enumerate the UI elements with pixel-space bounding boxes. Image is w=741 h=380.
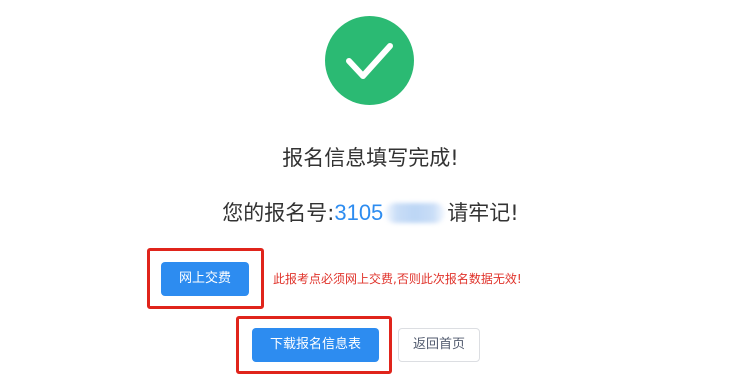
online-payment-button[interactable]: 网上交费 — [161, 262, 249, 296]
registration-line: 您的报名号:3105 请牢记! — [0, 196, 741, 230]
back-home-button[interactable]: 返回首页 — [398, 328, 480, 362]
success-icon — [325, 16, 414, 105]
registration-number: 3105 — [334, 200, 384, 225]
redacted-blur — [385, 203, 446, 223]
registration-prefix: 您的报名号: — [222, 201, 335, 225]
payment-warning: 此报考点必须网上交费,否则此次报名数据无效! — [273, 272, 522, 286]
success-title: 报名信息填写完成! — [282, 146, 459, 170]
download-form-button[interactable]: 下载报名信息表 — [252, 328, 379, 362]
checkmark-icon — [346, 43, 393, 79]
registration-suffix: 请牢记! — [447, 201, 519, 225]
